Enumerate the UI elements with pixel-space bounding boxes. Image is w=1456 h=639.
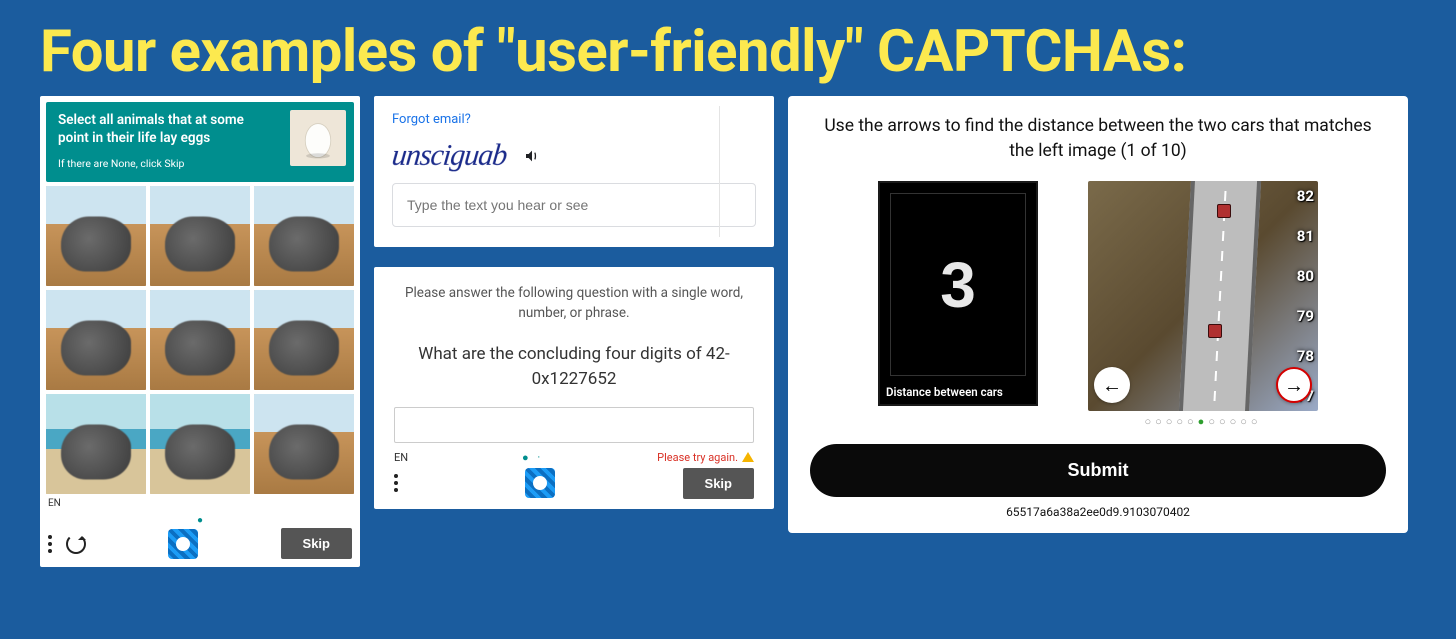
scale-tick: 78	[1272, 347, 1314, 365]
arrow-left-button[interactable]: ←	[1094, 367, 1130, 403]
captcha1-tile-2[interactable]	[254, 186, 354, 286]
captcha3-page-dots: ● ·	[522, 451, 543, 464]
captcha1-tile-8[interactable]	[254, 394, 354, 494]
captcha1-lang: EN	[46, 494, 354, 509]
captcha4-interactive-image: 82 81 80 79 78 77 ← →	[1088, 181, 1318, 411]
scale-tick: 80	[1272, 267, 1314, 285]
captcha-question: Please answer the following question wit…	[374, 267, 774, 509]
captcha1-tile-6[interactable]	[46, 394, 146, 494]
captcha1-tile-5[interactable]	[254, 290, 354, 390]
captcha-text-input[interactable]	[392, 183, 756, 227]
captcha4-target-number: 3	[940, 248, 976, 322]
warning-icon	[742, 452, 754, 462]
page-title: Four examples of "user-friendly" CAPTCHA…	[0, 0, 1456, 96]
car-icon	[1208, 324, 1222, 338]
captcha1-instruction: Select all animals that at some point in…	[58, 112, 258, 147]
scale-tick: 82	[1272, 187, 1314, 205]
error-text: Please try again.	[657, 451, 738, 464]
kebab-menu-icon[interactable]	[48, 535, 52, 553]
captcha4-reference-image: 3 Distance between cars	[878, 181, 1038, 406]
captcha1-grid	[46, 186, 354, 494]
captcha-text-distorted: Forgot email? unsciguab	[374, 96, 774, 247]
captcha4-instruction: Use the arrows to find the distance betw…	[810, 114, 1386, 163]
captcha1-tile-3[interactable]	[46, 290, 146, 390]
skip-button[interactable]: Skip	[683, 468, 754, 499]
skip-button[interactable]: Skip	[281, 528, 352, 559]
audio-icon[interactable]	[524, 148, 540, 164]
captcha3-prompt: Please answer the following question wit…	[394, 283, 754, 324]
captcha4-hash: 65517a6a38a2ee0d9.9103070402	[810, 505, 1386, 519]
car-icon	[1217, 204, 1231, 218]
divider	[719, 106, 720, 237]
scale-tick: 79	[1272, 307, 1314, 325]
egg-icon	[290, 110, 346, 166]
captcha1-tile-4[interactable]	[150, 290, 250, 390]
kebab-menu-icon[interactable]	[394, 474, 398, 492]
captcha3-answer-input[interactable]	[394, 407, 754, 443]
submit-button[interactable]: Submit	[810, 444, 1386, 497]
captcha1-tile-7[interactable]	[150, 394, 250, 494]
captcha-image-grid: Select all animals that at some point in…	[40, 96, 360, 567]
captcha1-header: Select all animals that at some point in…	[46, 102, 354, 182]
hcaptcha-badge-icon[interactable]	[168, 529, 198, 559]
hcaptcha-badge-icon[interactable]	[525, 468, 555, 498]
captcha3-question: What are the concluding four digits of 4…	[394, 342, 754, 393]
captcha1-tile-1[interactable]	[150, 186, 250, 286]
forgot-email-link[interactable]: Forgot email?	[392, 112, 471, 127]
scale-tick: 81	[1272, 227, 1314, 245]
captcha3-error: Please try again.	[657, 451, 754, 464]
distorted-text: unsciguab	[390, 139, 508, 173]
captcha1-tile-0[interactable]	[46, 186, 146, 286]
refresh-icon[interactable]	[66, 534, 86, 554]
arrow-right-button[interactable]: →	[1276, 367, 1312, 403]
captcha3-lang: EN	[394, 451, 408, 464]
captcha4-progress-dots: ○○○○○●○○○○○	[1088, 415, 1318, 428]
captcha-distance-arrows: Use the arrows to find the distance betw…	[788, 96, 1408, 533]
captcha4-reference-caption: Distance between cars	[880, 380, 1036, 404]
captcha1-page-dots: ●	[46, 515, 354, 526]
